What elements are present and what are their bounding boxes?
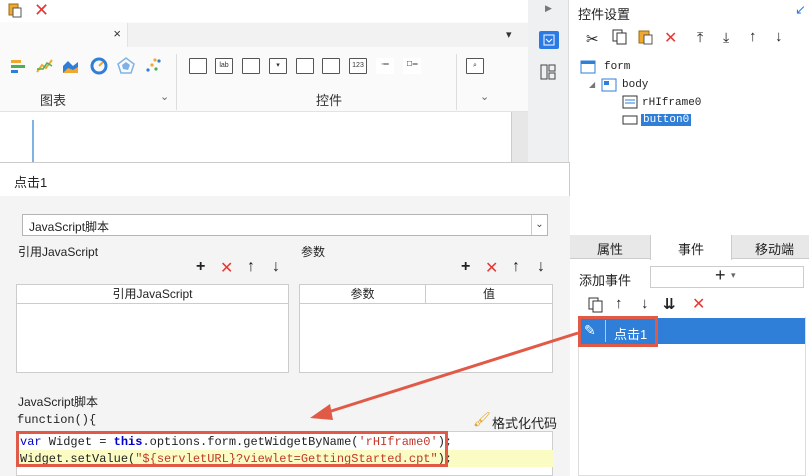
- add-icon[interactable]: +: [461, 258, 470, 276]
- tab-events[interactable]: 事件: [678, 239, 704, 258]
- params-label: 参数: [301, 245, 326, 259]
- label-icon[interactable]: lab: [215, 58, 233, 74]
- dialog-title: 点击1: [14, 175, 48, 190]
- tab-close-icon[interactable]: ×: [113, 26, 121, 41]
- tree-node-button0[interactable]: button0: [641, 114, 692, 126]
- chevron-down-icon: ⌄: [531, 215, 547, 235]
- cut-icon[interactable]: ✂: [586, 30, 599, 48]
- move-up-icon[interactable]: ↑: [247, 258, 255, 276]
- area-chart-icon[interactable]: [62, 57, 80, 75]
- radar-chart-icon[interactable]: [117, 57, 135, 75]
- add-icon[interactable]: +: [196, 258, 205, 276]
- paste-icon[interactable]: [8, 2, 22, 18]
- search-widget-icon[interactable]: ⌕: [466, 58, 484, 74]
- canvas-selection-edge: [32, 120, 34, 162]
- toolbar-divider: [456, 54, 457, 110]
- tree-frame-icon: [622, 95, 638, 112]
- tree-button-icon: [622, 113, 638, 130]
- ref-js-table: 引用JavaScript: [16, 284, 289, 373]
- checkbox-group-icon[interactable]: ☐═: [403, 58, 421, 74]
- tree-form-icon: [580, 60, 596, 77]
- button-widget-icon[interactable]: [242, 58, 260, 74]
- widget-settings-toggle[interactable]: [539, 31, 559, 49]
- move-down-icon[interactable]: ↓: [775, 28, 783, 45]
- delete-icon[interactable]: ✕: [692, 294, 705, 314]
- format-brush-icon[interactable]: 🖌: [473, 411, 491, 428]
- design-canvas[interactable]: [0, 112, 512, 162]
- value-header: 值: [426, 285, 552, 304]
- tree-node-body[interactable]: body: [622, 79, 648, 91]
- move-top-icon[interactable]: ⤒: [697, 29, 703, 46]
- layout-icon[interactable]: [540, 64, 556, 83]
- move-down-icon[interactable]: ↓: [272, 258, 280, 276]
- radio-group-icon[interactable]: ◦═: [376, 58, 394, 74]
- chart-group-label: 图表: [40, 93, 67, 108]
- control-group-label: 控件: [316, 93, 343, 108]
- move-up-icon[interactable]: ↑: [615, 295, 623, 312]
- move-down-icon[interactable]: ↓: [641, 295, 649, 312]
- code-highlight-box: [16, 431, 448, 467]
- move-bottom-icon[interactable]: ⤓: [723, 29, 729, 46]
- delete-icon[interactable]: ✕: [34, 1, 49, 19]
- panel-title: 控件设置: [578, 7, 631, 22]
- ref-js-header: 引用JavaScript: [17, 285, 288, 304]
- add-icon: +: [715, 265, 726, 285]
- move-up-icon[interactable]: ↑: [512, 258, 520, 276]
- copy-icon[interactable]: [612, 29, 628, 48]
- toolbar-divider: [176, 54, 177, 110]
- line-chart-icon[interactable]: [36, 57, 54, 75]
- move-down-icon[interactable]: ↓: [537, 258, 545, 276]
- number-icon[interactable]: 123: [349, 58, 367, 74]
- chevron-down-icon[interactable]: ⌄: [480, 90, 489, 103]
- params-table: 参数 值: [299, 284, 553, 373]
- chevron-down-icon[interactable]: ⌄: [160, 90, 169, 103]
- event-highlight-box: [578, 316, 658, 347]
- ref-js-label: 引用JavaScript: [18, 245, 99, 259]
- move-up-icon[interactable]: ↑: [749, 28, 757, 45]
- add-event-dropdown[interactable]: + ▾: [650, 265, 804, 288]
- gauge-chart-icon[interactable]: [90, 57, 108, 75]
- tree-node-form[interactable]: form: [604, 61, 630, 73]
- tab-mobile[interactable]: 移动端: [755, 239, 794, 258]
- function-signature: function(){: [17, 413, 97, 427]
- delete-icon[interactable]: ✕: [485, 258, 498, 278]
- tree-node-rhiframe0[interactable]: rHIframe0: [642, 97, 701, 109]
- delete-icon[interactable]: ✕: [220, 258, 233, 278]
- top-toolbar: ✕: [0, 0, 528, 22]
- scatter-chart-icon[interactable]: [145, 57, 163, 75]
- collapse-arrow-icon[interactable]: ▶: [545, 3, 552, 14]
- add-event-label: 添加事件: [579, 273, 632, 288]
- event-type-value: JavaScript脚本: [29, 220, 110, 234]
- script-label: JavaScript脚本: [18, 395, 99, 409]
- paste-icon[interactable]: [638, 29, 654, 48]
- textbox-icon[interactable]: [189, 58, 207, 74]
- tab-report[interactable]: ×: [0, 23, 128, 47]
- list-icon[interactable]: [322, 58, 340, 74]
- params-header: 参数: [300, 285, 426, 304]
- pin-icon[interactable]: ▾: [506, 28, 512, 41]
- format-code-button[interactable]: 格式化代码: [492, 413, 557, 432]
- expand-icon[interactable]: ↙: [795, 2, 806, 18]
- date-icon[interactable]: [296, 58, 314, 74]
- tab-properties[interactable]: 属性: [597, 239, 623, 258]
- bar-chart-icon[interactable]: [10, 57, 28, 75]
- delete-icon[interactable]: ✕: [664, 28, 677, 48]
- copy-icon[interactable]: [588, 297, 604, 316]
- chevron-down-icon: ▾: [731, 270, 736, 280]
- tree-expand-icon[interactable]: ◢: [589, 80, 595, 89]
- event-type-select[interactable]: JavaScript脚本 ⌄: [22, 214, 548, 236]
- sort-icon[interactable]: ⇊: [663, 295, 676, 313]
- tree-body-icon: [601, 78, 617, 95]
- combobox-icon[interactable]: ▾: [269, 58, 287, 74]
